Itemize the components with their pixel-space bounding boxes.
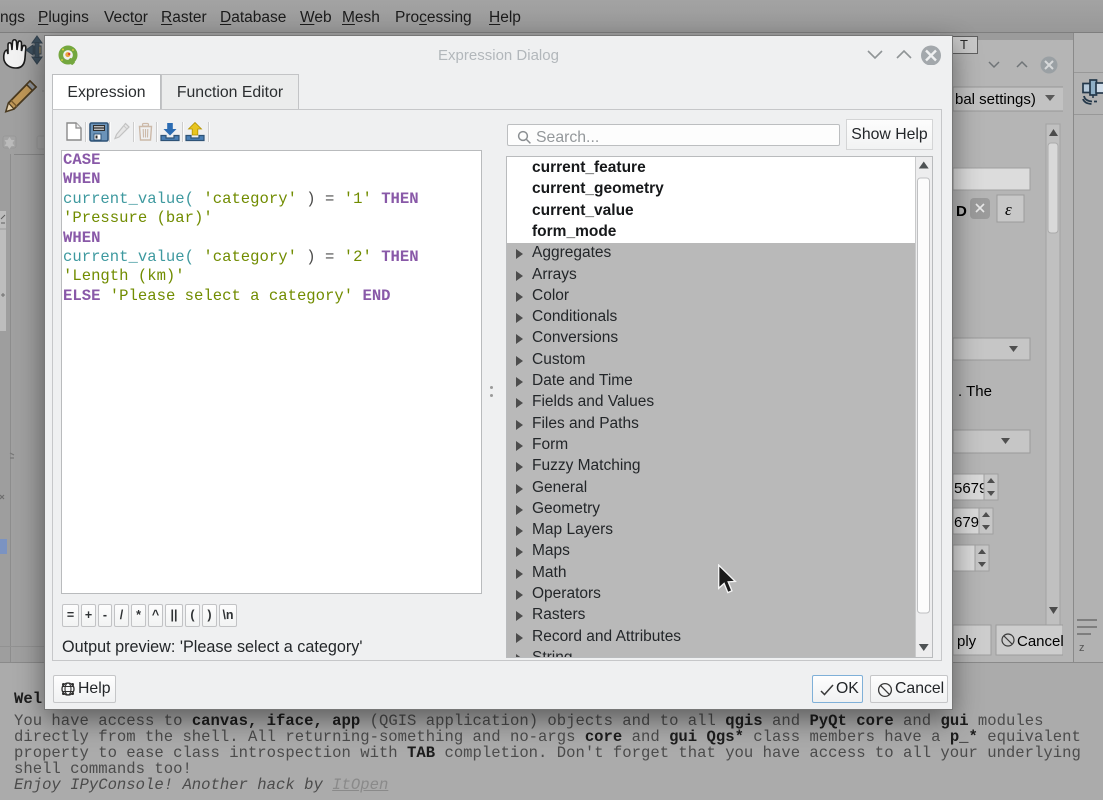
svg-text:5679: 5679: [954, 480, 987, 497]
svg-text:Cancel: Cancel: [1017, 633, 1063, 650]
svg-text:. The: . The: [958, 383, 992, 400]
svg-text:z: z: [1079, 642, 1085, 654]
svg-text:bal settings): bal settings): [955, 91, 1036, 108]
svg-text:ply: ply: [957, 633, 977, 650]
svg-text:ε: ε: [1005, 200, 1012, 219]
svg-text:679: 679: [954, 514, 979, 531]
svg-text:D: D: [956, 203, 967, 220]
